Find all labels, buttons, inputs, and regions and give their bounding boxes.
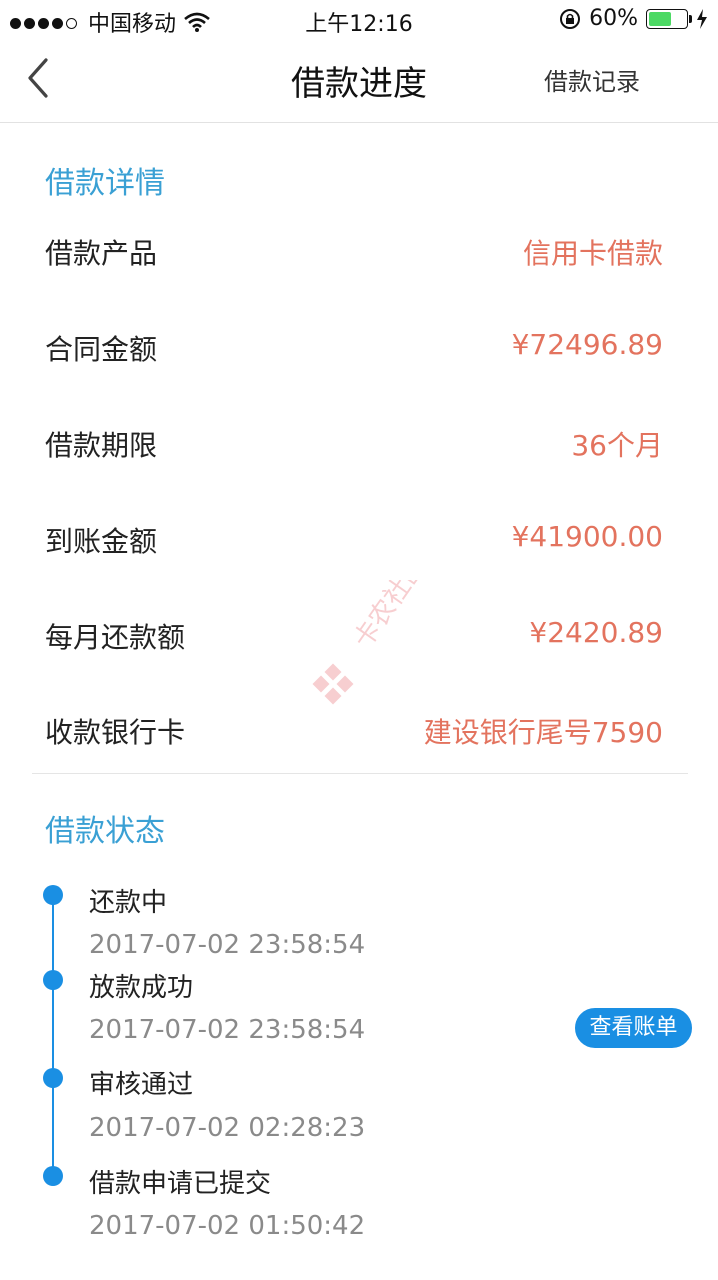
- status-section-title: 借款状态: [45, 814, 165, 849]
- detail-label: 借款期限: [45, 429, 158, 462]
- timeline-step-time: 2017-07-02 23:58:54: [89, 930, 366, 960]
- detail-label: 到账金额: [45, 525, 158, 558]
- watermark-text: 卡农社区: [348, 580, 432, 654]
- detail-value: 信用卡借款: [522, 237, 663, 270]
- loan-records-link[interactable]: 借款记录: [544, 62, 640, 97]
- detail-row-received-amount: 到账金额 ¥41900.00: [45, 520, 663, 560]
- timeline-dot: [43, 1166, 63, 1186]
- detail-value: ¥41900.00: [511, 520, 663, 553]
- timeline-step-time: 2017-07-02 01:50:42: [89, 1211, 366, 1241]
- timeline-step-time: 2017-07-02 23:58:54: [89, 1015, 366, 1045]
- detail-label: 借款产品: [45, 237, 158, 270]
- timeline-dot: [43, 885, 63, 905]
- detail-label: 每月还款额: [45, 621, 186, 654]
- battery-percent: 60%: [589, 6, 638, 31]
- timeline-step-time: 2017-07-02 02:28:23: [89, 1113, 366, 1143]
- details-section-title: 借款详情: [45, 166, 165, 201]
- battery-fill: [649, 11, 671, 26]
- timeline-dot: [43, 1068, 63, 1088]
- detail-value: ¥2420.89: [529, 616, 663, 649]
- detail-value: ¥72496.89: [511, 328, 663, 361]
- view-bill-button[interactable]: 查看账单: [575, 1008, 692, 1048]
- battery-icon: [646, 8, 692, 29]
- detail-value: 36个月: [571, 429, 663, 462]
- detail-label: 合同金额: [45, 333, 158, 366]
- timeline-step-title: 借款申请已提交: [89, 1169, 272, 1199]
- detail-value: 建设银行尾号7590: [423, 716, 663, 749]
- timeline-line: [52, 895, 54, 1177]
- timeline-step-title: 审核通过: [89, 1070, 194, 1100]
- timeline-dot: [43, 970, 63, 990]
- charging-bolt-icon: [697, 8, 707, 29]
- timeline-step-title: 放款成功: [89, 973, 194, 1003]
- timeline-step-title: 还款中: [89, 888, 168, 918]
- detail-label: 收款银行卡: [45, 716, 186, 749]
- section-divider: [32, 773, 688, 774]
- watermark-logo: 卡农社区: [312, 580, 432, 705]
- detail-row-product: 借款产品 信用卡借款: [45, 232, 663, 272]
- detail-row-contract-amount: 合同金额 ¥72496.89: [45, 328, 663, 368]
- status-bar: 中国移动 上午12:16 60%: [0, 0, 718, 40]
- rotation-lock-icon: [560, 8, 581, 29]
- nav-bar: 借款进度 借款记录: [0, 40, 718, 123]
- status-right: 60%: [559, 6, 708, 31]
- detail-row-term: 借款期限 36个月: [45, 424, 663, 464]
